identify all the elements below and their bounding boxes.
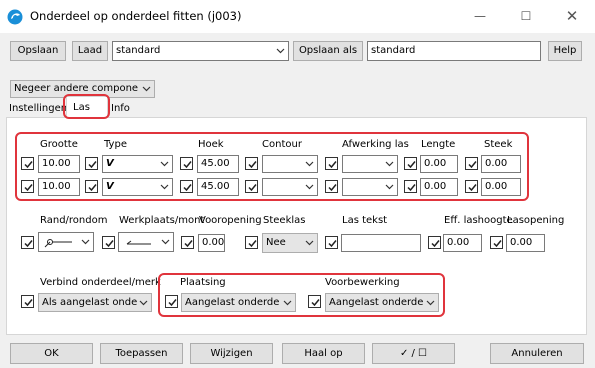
eff-throat-input[interactable]: 0.00 xyxy=(443,234,482,252)
weld-opening-label: Lasopening xyxy=(507,215,565,226)
eff-throat-label: Eff. lashoogte xyxy=(444,215,513,226)
checkbox[interactable] xyxy=(21,295,34,308)
weld-opening-input[interactable]: 0.00 xyxy=(506,234,545,252)
weld-text-label: Las tekst xyxy=(342,215,388,226)
cancel-button[interactable]: Annuleren xyxy=(490,343,584,364)
tab-highlight xyxy=(63,94,110,119)
chevron-down-icon xyxy=(142,86,151,92)
maximize-icon[interactable]: ☐ xyxy=(503,0,549,33)
weld-around-icon xyxy=(44,239,72,248)
checkbox[interactable] xyxy=(428,236,441,249)
tab-instellingen[interactable]: Instellingen xyxy=(9,101,67,117)
stitch-dropdown[interactable]: Nee xyxy=(262,233,318,253)
modify-button[interactable]: Wijzigen xyxy=(190,343,273,364)
checkbox[interactable] xyxy=(21,236,34,249)
connect-value: Als aangelast onde xyxy=(42,297,138,308)
apply-button[interactable]: Toepassen xyxy=(100,343,183,364)
save-as-input[interactable]: standard xyxy=(367,41,541,61)
chevron-down-icon xyxy=(81,239,90,245)
ok-button[interactable]: OK xyxy=(10,343,93,364)
minimize-icon[interactable]: — xyxy=(457,0,503,33)
workshop-label: Werkplaats/mont xyxy=(119,215,205,226)
toggle-checkboxes-button[interactable]: ✓ / ☐ xyxy=(372,343,455,364)
stitch-label: Steeklas xyxy=(263,215,306,226)
checkbox[interactable] xyxy=(181,236,194,249)
checkbox[interactable] xyxy=(490,236,503,249)
around-label: Rand/rondom xyxy=(40,215,108,226)
preset-value: standard xyxy=(116,45,161,56)
connect-label: Verbind onderdeel/merk xyxy=(40,277,161,288)
checkbox[interactable] xyxy=(245,236,258,249)
load-button[interactable]: Laad xyxy=(72,41,108,61)
window-title: Onderdeel op onderdeel fitten (j003) xyxy=(30,9,242,23)
checkbox[interactable] xyxy=(102,236,115,249)
chevron-down-icon xyxy=(305,240,314,246)
pre-opening-input[interactable]: 0.00 xyxy=(198,234,225,252)
tab-info[interactable]: Info xyxy=(111,101,130,117)
chevron-down-icon xyxy=(276,48,285,54)
workshop-weld-icon xyxy=(126,240,151,245)
workshop-dropdown[interactable] xyxy=(118,232,174,252)
pre-opening-label: Vooropening xyxy=(199,215,262,226)
chevron-down-icon xyxy=(161,239,170,245)
app-logo-icon xyxy=(6,8,24,26)
weld-section-highlight xyxy=(15,132,529,201)
checkbox[interactable] xyxy=(325,236,338,249)
get-button[interactable]: Haal op xyxy=(282,343,365,364)
placement-section-highlight xyxy=(158,273,445,317)
preset-dropdown[interactable]: standard xyxy=(112,41,289,61)
around-dropdown[interactable] xyxy=(38,232,94,252)
weld-text-input[interactable] xyxy=(341,234,421,252)
stitch-value: Nee xyxy=(266,237,286,248)
ignore-components-value: Negeer andere compone xyxy=(14,83,139,94)
close-icon[interactable]: ✕ xyxy=(549,0,595,33)
connect-dropdown[interactable]: Als aangelast onde xyxy=(38,293,152,312)
help-button[interactable]: Help xyxy=(548,41,582,61)
save-as-button[interactable]: Opslaan als xyxy=(293,41,363,61)
chevron-down-icon xyxy=(139,300,148,305)
save-button[interactable]: Opslaan xyxy=(10,41,66,61)
